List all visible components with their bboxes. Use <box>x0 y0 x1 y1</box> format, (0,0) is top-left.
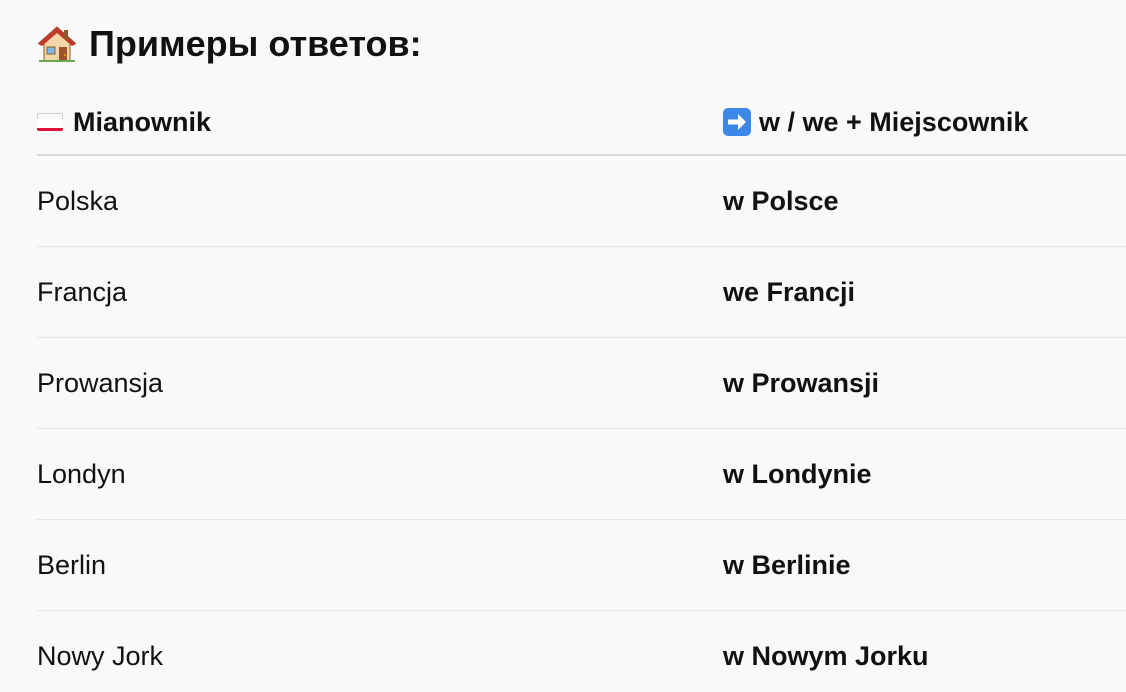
mianownik-cell: Nowy Jork <box>37 640 164 671</box>
miejscownik-cell: w Polsce <box>723 185 839 216</box>
miejscownik-cell: w Londynie <box>723 458 872 489</box>
page-title-text: Примеры ответов: <box>89 23 422 64</box>
table-row: Polska w Polsce <box>37 156 1126 247</box>
table-row: Francja we Francji <box>37 247 1126 338</box>
mianownik-cell: Prowansja <box>37 367 164 398</box>
mianownik-cell: Londyn <box>37 458 126 489</box>
mianownik-cell: Polska <box>37 185 119 216</box>
table-row: Londyn w Londynie <box>37 429 1126 520</box>
mianownik-cell: Francja <box>37 276 128 307</box>
page-title: Примеры ответов: <box>37 16 422 72</box>
header-mianownik-label: Mianownik <box>73 106 212 137</box>
header-mianownik: Mianownik <box>37 107 723 138</box>
table-row: Nowy Jork w Nowym Jorku <box>37 611 1126 692</box>
table-header-row: Mianownik w / we + Miejscownik <box>37 90 1126 156</box>
page: Примеры ответов: Mianownik w / we + Miej… <box>0 0 1126 692</box>
poland-flag-icon <box>37 113 63 131</box>
table-row: Prowansja w Prowansji <box>37 338 1126 429</box>
answers-table: Mianownik w / we + Miejscownik Polska w … <box>37 90 1126 692</box>
miejscownik-cell: we Francji <box>723 276 856 307</box>
right-arrow-icon <box>723 108 751 136</box>
miejscownik-cell: w Prowansji <box>723 367 880 398</box>
header-miejscownik: w / we + Miejscownik <box>723 107 1126 138</box>
miejscownik-cell: w Nowym Jorku <box>723 640 929 671</box>
header-miejscownik-label: w / we + Miejscownik <box>759 106 1029 137</box>
house-icon <box>37 24 77 64</box>
miejscownik-cell: w Berlinie <box>723 549 851 580</box>
mianownik-cell: Berlin <box>37 549 107 580</box>
table-row: Berlin w Berlinie <box>37 520 1126 611</box>
